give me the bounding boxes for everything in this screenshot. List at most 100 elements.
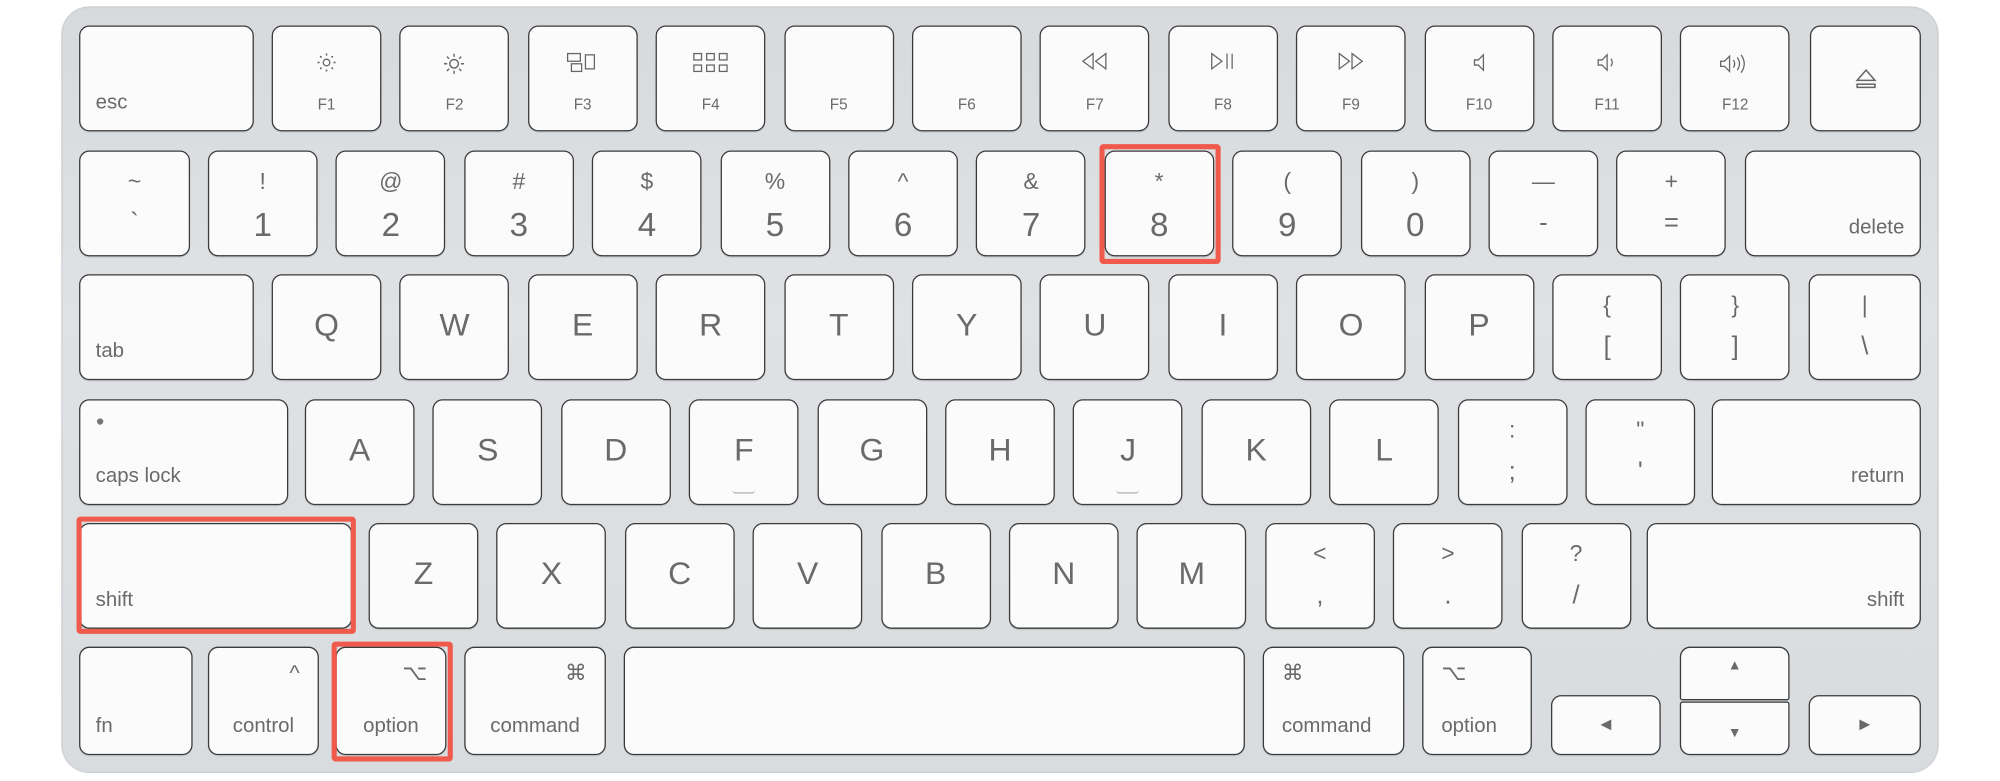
key-grave[interactable]: ~ ` [79, 150, 191, 257]
key-command-left[interactable]: ⌘ command [464, 646, 606, 756]
key-label: command [490, 715, 580, 738]
key-f4[interactable]: F4 [655, 25, 766, 132]
key-return[interactable]: return [1711, 399, 1921, 506]
key-arrow-up[interactable]: ▲ [1679, 646, 1790, 701]
key-o[interactable]: O [1296, 274, 1406, 381]
key-label: F9 [1342, 95, 1360, 114]
key-symbol: = [1663, 209, 1679, 238]
key-r[interactable]: R [655, 274, 766, 381]
key-p[interactable]: P [1424, 274, 1534, 381]
key-slash[interactable]: ? / [1521, 522, 1631, 629]
key-2[interactable]: @2 [335, 150, 446, 257]
home-row-bump [1116, 490, 1140, 494]
key-u[interactable]: U [1040, 274, 1150, 381]
key-minus[interactable]: — - [1488, 150, 1599, 257]
key-7[interactable]: & 7 [976, 150, 1086, 257]
key-backslash[interactable]: | \ [1808, 274, 1921, 381]
key-5[interactable]: % 5 [720, 150, 830, 257]
key-caps-lock[interactable]: caps lock [79, 399, 289, 506]
key-f1[interactable]: F1 [271, 25, 382, 132]
key-quote[interactable]: " ' [1585, 399, 1696, 506]
key-c[interactable]: C [624, 522, 735, 629]
key-f[interactable]: F [689, 399, 799, 506]
key-semicolon[interactable]: :; [1457, 399, 1568, 506]
key-i[interactable]: I [1168, 274, 1278, 381]
key-lbracket[interactable]: {[ [1552, 274, 1662, 381]
key-9[interactable]: (9 [1232, 150, 1343, 257]
key-label: X [540, 556, 563, 592]
key-shift-right[interactable]: shift [1646, 522, 1921, 629]
key-label: F5 [829, 95, 848, 114]
key-g[interactable]: G [817, 399, 927, 506]
key-arrow-right[interactable]: ▶ [1808, 695, 1921, 756]
key-x[interactable]: X [496, 522, 607, 629]
key-label: D [604, 432, 628, 469]
key-f9[interactable]: F9 [1296, 25, 1406, 132]
key-arrow-down[interactable]: ▼ [1679, 701, 1790, 756]
key-eject[interactable] [1809, 25, 1921, 132]
key-rbracket[interactable]: }] [1680, 274, 1791, 381]
key-e[interactable]: E [527, 274, 638, 381]
volume-up-icon [1682, 52, 1789, 80]
key-y[interactable]: Y [911, 274, 1022, 381]
key-period[interactable]: >. [1393, 522, 1503, 629]
key-b[interactable]: B [880, 522, 991, 629]
key-n[interactable]: N [1008, 522, 1119, 629]
fast-forward-icon [1297, 52, 1404, 75]
highlight-box-8 [1099, 144, 1221, 265]
key-control-left[interactable]: ^ control [207, 646, 319, 756]
key-f6[interactable]: F6 [911, 25, 1022, 132]
key-comma[interactable]: <, [1265, 522, 1375, 629]
key-label: control [232, 715, 295, 738]
key-f2[interactable]: F2 [399, 25, 510, 132]
key-v[interactable]: V [752, 522, 863, 629]
key-label: F1 [317, 95, 336, 114]
key-f8[interactable]: F8 [1168, 25, 1278, 132]
key-esc[interactable]: esc [79, 25, 254, 132]
key-f12[interactable]: F12 [1680, 25, 1791, 132]
key-shift-symbol: } [1731, 292, 1740, 318]
key-option-right[interactable]: ⌥ option [1422, 646, 1532, 756]
key-equals[interactable]: + = [1616, 150, 1727, 257]
key-1[interactable]: ! 1 [207, 150, 318, 257]
key-l[interactable]: L [1329, 399, 1440, 506]
key-m[interactable]: M [1136, 522, 1247, 629]
key-fn[interactable]: fn [79, 646, 193, 756]
key-label: option [1441, 715, 1497, 738]
key-command-right[interactable]: ⌘ command [1262, 646, 1405, 756]
key-f10[interactable]: F10 [1424, 25, 1534, 132]
key-label: K [1245, 432, 1267, 469]
key-label: F11 [1594, 95, 1620, 114]
key-w[interactable]: W [399, 274, 510, 381]
key-s[interactable]: S [432, 399, 543, 506]
key-tab[interactable]: tab [79, 274, 254, 381]
key-f3[interactable]: F3 [527, 25, 638, 132]
key-shift-symbol: < [1313, 540, 1327, 567]
key-t[interactable]: T [783, 274, 894, 381]
key-k[interactable]: K [1201, 399, 1311, 506]
key-a[interactable]: A [304, 399, 415, 506]
key-z[interactable]: Z [368, 522, 479, 629]
key-q[interactable]: Q [271, 274, 382, 381]
key-d[interactable]: D [560, 399, 671, 506]
highlight-box-option-left [331, 641, 453, 762]
highlight-box-shift-left [76, 516, 356, 634]
eject-icon [1811, 68, 1919, 96]
key-3[interactable]: #3 [464, 150, 574, 257]
key-f5[interactable]: F5 [783, 25, 894, 132]
key-label: O [1338, 307, 1364, 344]
key-f11[interactable]: F11 [1552, 25, 1662, 132]
key-f7[interactable]: F7 [1040, 25, 1150, 132]
key-space[interactable] [623, 646, 1245, 756]
key-symbol: ` [130, 209, 139, 238]
key-4[interactable]: $4 [592, 150, 702, 257]
key-h[interactable]: H [945, 399, 1055, 506]
key-delete[interactable]: delete [1744, 150, 1921, 257]
command-icon: ⌘ [565, 660, 587, 685]
key-symbol: , [1316, 581, 1324, 610]
key-0[interactable]: ) 0 [1360, 150, 1471, 257]
key-arrow-left[interactable]: ◀ [1551, 695, 1661, 756]
arrow-left-icon: ◀ [1600, 716, 1612, 732]
key-6[interactable]: ^ 6 [848, 150, 958, 257]
key-j[interactable]: J [1073, 399, 1183, 506]
